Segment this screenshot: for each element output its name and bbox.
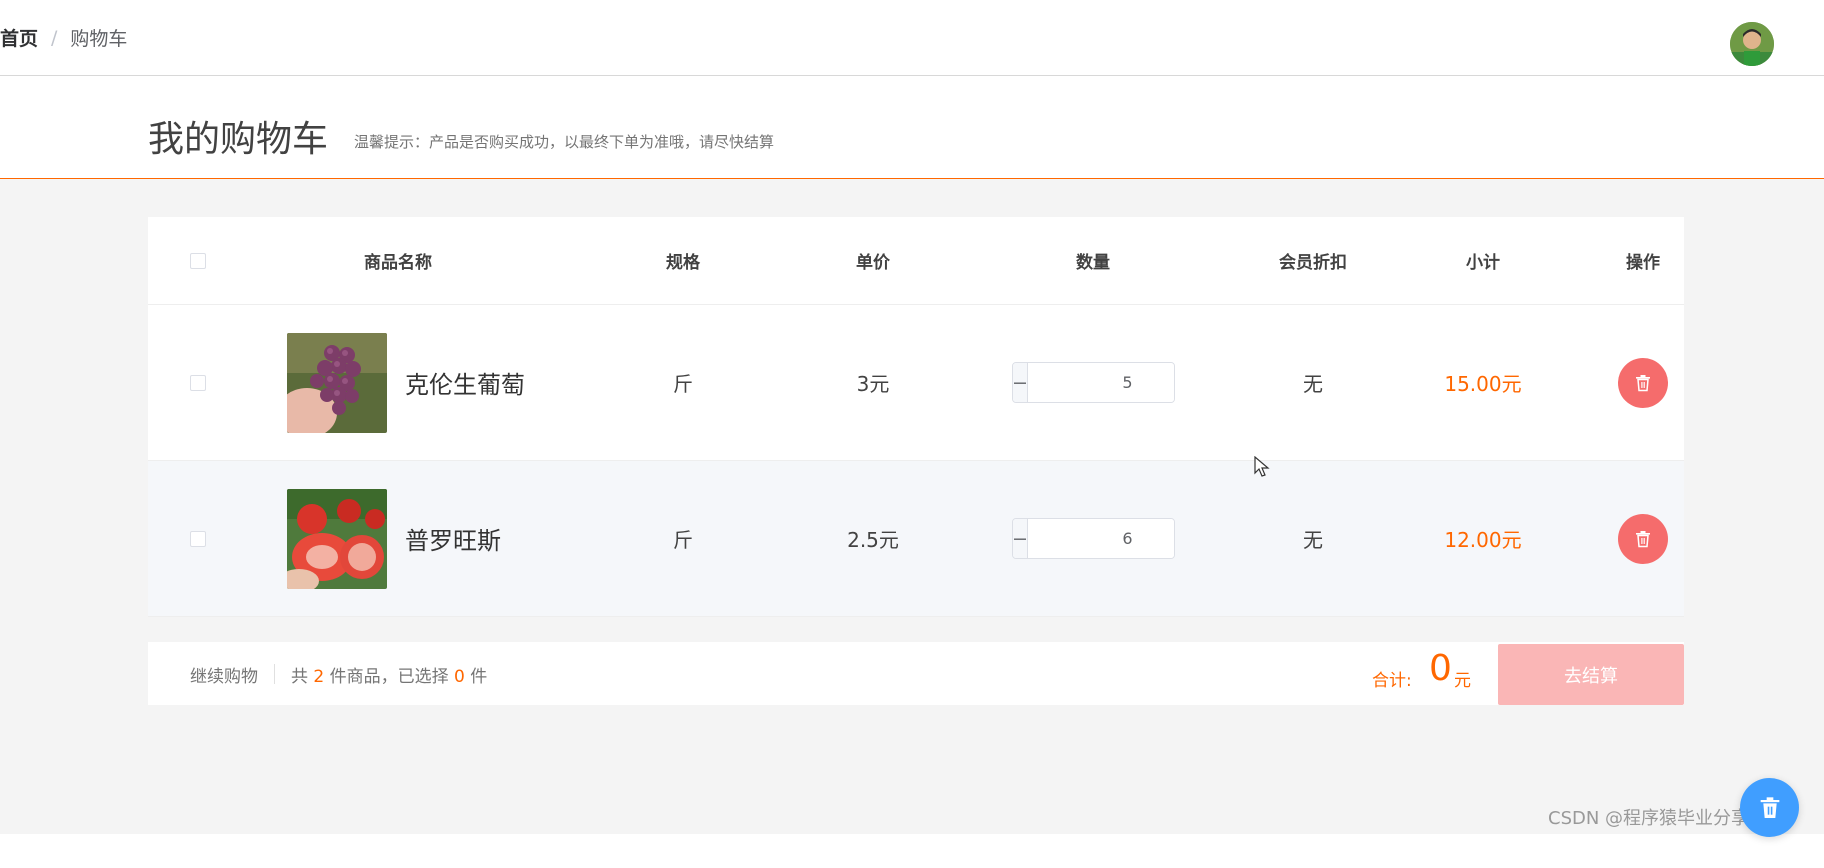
count-prefix: 共 xyxy=(291,667,308,687)
top-bar: 首页 / 购物车 xyxy=(0,0,1824,76)
header-price: 单价 xyxy=(856,253,890,273)
header-subtotal: 小计 xyxy=(1466,253,1500,273)
tip-text: 温馨提示：产品是否购买成功，以最终下单为准哦，请尽快结算 xyxy=(354,133,775,151)
header-spec: 规格 xyxy=(666,253,700,273)
product-discount: 无 xyxy=(1303,528,1323,552)
continue-shopping-link[interactable]: 继续购物 xyxy=(190,662,258,687)
product-discount: 无 xyxy=(1303,372,1323,396)
trash-icon xyxy=(1636,530,1650,547)
decrease-button[interactable] xyxy=(1012,519,1028,558)
product-subtotal: 12.00元 xyxy=(1444,528,1522,552)
product-price: 3元 xyxy=(856,372,890,396)
trash-icon xyxy=(1760,796,1779,818)
table-header: 商品名称 规格 单价 数量 会员折扣 小计 操作 xyxy=(148,217,1684,305)
breadcrumb: 首页 / 购物车 xyxy=(0,24,127,51)
cart-footer: 继续购物 共 2 件商品，已选择 0 件 合计: 0 元 去结算 xyxy=(148,642,1684,705)
delete-button[interactable] xyxy=(1618,357,1668,408)
item-count: 共 2 件商品，已选择 0 件 xyxy=(291,662,487,687)
cart-table: 商品名称 规格 单价 数量 会员折扣 小计 操作 克伦生葡萄 斤 3元 5 无 … xyxy=(148,217,1684,617)
count-middle: 件商品，已选择 xyxy=(329,667,449,687)
header-name: 商品名称 xyxy=(364,253,432,273)
delete-button[interactable] xyxy=(1618,513,1668,564)
quantity-stepper xyxy=(1011,518,1175,559)
table-row: 普罗旺斯 斤 2.5元 无 12.00元 xyxy=(148,461,1684,617)
trash-icon xyxy=(1636,374,1650,391)
decrease-button[interactable] xyxy=(1012,363,1028,402)
select-all-checkbox[interactable] xyxy=(190,252,206,269)
count-suffix: 件 xyxy=(470,667,488,687)
quantity-input[interactable] xyxy=(1027,363,1174,402)
header-qty: 数量 xyxy=(1076,253,1110,273)
count-total: 2 xyxy=(313,667,325,687)
breadcrumb-current: 购物车 xyxy=(70,28,128,50)
product-name[interactable]: 普罗旺斯 xyxy=(405,521,501,556)
total-unit: 元 xyxy=(1454,671,1471,691)
total-value: 0 xyxy=(1429,648,1452,689)
product-spec: 斤 xyxy=(673,528,693,552)
minus-icon xyxy=(1013,538,1026,540)
quantity-input[interactable] xyxy=(1027,519,1174,558)
cart-header: 我的购物车 温馨提示：产品是否购买成功，以最终下单为准哦，请尽快结算 xyxy=(0,76,1824,179)
floating-delete-button[interactable] xyxy=(1740,778,1799,837)
header-operation: 操作 xyxy=(1626,253,1660,273)
page-title: 我的购物车 xyxy=(148,119,329,160)
product-price: 2.5元 xyxy=(847,528,899,552)
grapes-image[interactable] xyxy=(287,332,387,433)
bottom-strip xyxy=(0,834,1824,868)
breadcrumb-separator: / xyxy=(51,26,58,49)
product-spec: 斤 xyxy=(673,372,693,396)
watermark: CSDN @程序猿毕业分享网 xyxy=(1548,808,1768,829)
breadcrumb-home[interactable]: 首页 xyxy=(0,24,38,51)
avatar[interactable] xyxy=(1730,22,1774,66)
checkout-button[interactable]: 去结算 xyxy=(1498,644,1684,705)
row-checkbox[interactable] xyxy=(190,374,206,391)
footer-divider xyxy=(274,664,275,684)
count-selected: 0 xyxy=(454,667,465,687)
header-discount: 会员折扣 xyxy=(1279,253,1347,273)
mouse-cursor-icon xyxy=(1254,456,1270,477)
tomato-image[interactable] xyxy=(287,488,387,589)
product-name[interactable]: 克伦生葡萄 xyxy=(405,365,525,400)
table-row: 克伦生葡萄 斤 3元 无 15.00元 xyxy=(148,305,1684,461)
minus-icon xyxy=(1013,382,1026,384)
product-subtotal: 15.00元 xyxy=(1444,372,1522,396)
quantity-stepper xyxy=(1011,362,1175,403)
total-label: 合计: xyxy=(1372,671,1412,691)
row-checkbox[interactable] xyxy=(190,530,206,547)
